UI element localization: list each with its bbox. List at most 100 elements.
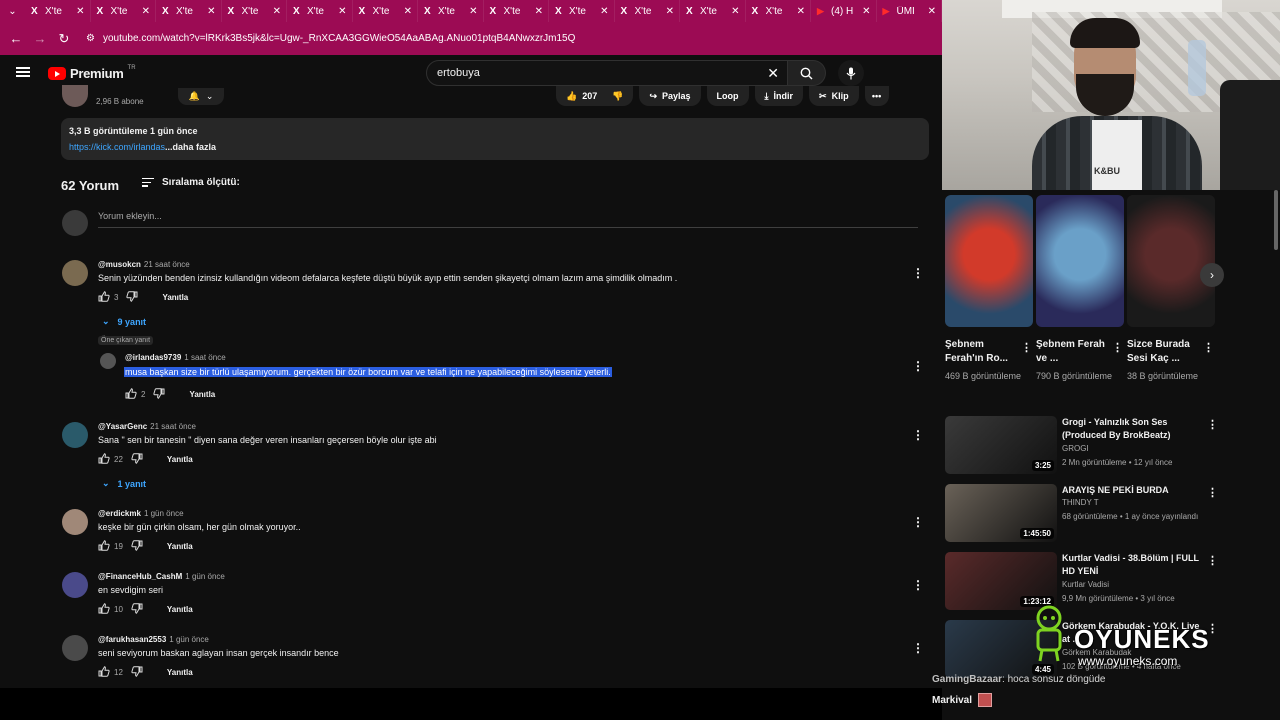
comment-avatar[interactable] — [62, 260, 88, 286]
short-thumbnail[interactable] — [1127, 195, 1215, 327]
browser-tab[interactable]: X X'te ✕ — [615, 0, 680, 22]
close-tab-icon[interactable]: ✕ — [76, 6, 84, 17]
browser-tab[interactable]: X X'te ✕ — [353, 0, 418, 22]
comment-time[interactable]: 1 gün önce — [169, 635, 209, 644]
browser-tab[interactable]: X X'te ✕ — [484, 0, 549, 22]
url-field[interactable]: ⚙ youtube.com/watch?v=lRKrk3Bs5jk&lc=Ugw… — [86, 27, 575, 51]
video-title[interactable]: Kurtlar Vadisi - 38.Bölüm | FULL HD YENİ — [1062, 552, 1204, 578]
comment-avatar[interactable] — [62, 422, 88, 448]
video-title[interactable]: Grogi - Yalnızlık Son Ses (Produced By B… — [1062, 416, 1204, 442]
reload-icon[interactable]: ↻ — [52, 31, 76, 47]
page-scrollbar[interactable] — [1274, 190, 1278, 250]
close-tab-icon[interactable]: ✕ — [535, 6, 543, 17]
comment-time[interactable]: 21 saat önce — [144, 260, 190, 269]
channel-avatar[interactable] — [62, 85, 88, 107]
close-tab-icon[interactable]: ✕ — [666, 6, 674, 17]
short-thumbnail[interactable] — [945, 195, 1033, 327]
comment-menu-icon[interactable]: ⋮ — [912, 515, 924, 529]
browser-tab[interactable]: X X'te ✕ — [549, 0, 615, 22]
comment-menu-icon[interactable]: ⋮ — [912, 641, 924, 655]
comment-time[interactable]: 21 saat önce — [150, 422, 196, 431]
close-tab-icon[interactable]: ✕ — [862, 6, 870, 17]
short-thumbnail[interactable] — [1036, 195, 1124, 327]
thumbs-up-icon[interactable] — [98, 603, 112, 615]
menu-icon[interactable] — [16, 67, 30, 77]
thumbs-up-icon[interactable] — [98, 540, 112, 552]
reply-button[interactable]: Yanıtla — [167, 542, 193, 551]
short-title[interactable]: Şebnem Ferah'ın Ro... — [945, 338, 1021, 366]
short-card[interactable]: Sizce Burada Sesi Kaç ... 38 B görüntülem… — [1127, 195, 1215, 381]
thumbs-up-icon[interactable] — [98, 291, 112, 303]
comment-author[interactable]: @farukhasan2553 — [98, 635, 166, 644]
thumbs-down-icon[interactable] — [126, 291, 140, 303]
thumbs-down-icon[interactable] — [153, 388, 167, 400]
short-card[interactable]: Şebnem Ferah ve ... 790 B görüntüleme ⋮ — [1036, 195, 1124, 381]
video-thumbnail[interactable]: 1:45:50 — [945, 484, 1057, 542]
download-button[interactable]: ⤓ İndir — [754, 86, 804, 106]
reply-avatar[interactable] — [100, 353, 116, 369]
subscribe-bell-button[interactable]: 🔔 ⌄ — [178, 88, 224, 105]
browser-tab[interactable]: X X'te ✕ — [222, 0, 287, 22]
close-tab-icon[interactable]: ✕ — [469, 6, 477, 17]
comment-avatar[interactable] — [62, 509, 88, 535]
thumbs-down-icon[interactable] — [131, 453, 145, 465]
short-menu-icon[interactable]: ⋮ — [1112, 341, 1123, 354]
close-tab-icon[interactable]: ✕ — [600, 6, 608, 17]
search-input[interactable]: ertobuya ✕ — [426, 60, 788, 86]
comment-menu-icon[interactable]: ⋮ — [912, 428, 924, 442]
view-replies-button[interactable]: ⌄ 1 yanıt — [102, 478, 146, 489]
forward-arrow-icon[interactable]: → — [28, 31, 52, 46]
clear-search-icon[interactable]: ✕ — [767, 65, 779, 82]
reply-author[interactable]: @irlandas9739 — [125, 353, 181, 362]
video-channel[interactable]: Kurtlar Vadisi — [1062, 580, 1109, 589]
description-box[interactable]: 3,3 B görüntüleme 1 gün önce https://kic… — [61, 118, 929, 160]
search-button[interactable] — [788, 60, 826, 86]
video-menu-icon[interactable]: ⋮ — [1207, 418, 1218, 431]
close-tab-icon[interactable]: ✕ — [404, 6, 412, 17]
add-comment-input[interactable]: Yorum ekleyin... — [98, 211, 918, 228]
sort-button[interactable]: Sıralama ölçütü: — [142, 177, 240, 188]
comment-avatar[interactable] — [62, 572, 88, 598]
reply-time[interactable]: 1 saat önce — [184, 353, 225, 362]
reply-button[interactable]: Yanıtla — [167, 605, 193, 614]
comment-menu-icon[interactable]: ⋮ — [912, 578, 924, 592]
close-tab-icon[interactable]: ✕ — [273, 6, 281, 17]
reply-button[interactable]: Yanıtla — [167, 455, 193, 464]
thumbs-down-icon[interactable] — [131, 603, 145, 615]
video-thumbnail[interactable]: 3:25 — [945, 416, 1057, 474]
view-replies-button[interactable]: ⌄ 9 yanıt — [102, 316, 146, 327]
loop-button[interactable]: Loop — [706, 86, 749, 106]
site-info-icon[interactable]: ⚙ — [86, 33, 95, 44]
reply-button[interactable]: Yanıtla — [167, 668, 193, 677]
short-menu-icon[interactable]: ⋮ — [1203, 341, 1214, 354]
reply-button[interactable]: Yanıtla — [189, 390, 215, 399]
thumbs-up-icon[interactable] — [125, 388, 139, 400]
youtube-logo[interactable]: Premium TR — [48, 65, 136, 81]
browser-tab[interactable]: ▶ ÜMİ ✕ — [877, 0, 942, 22]
recommended-video[interactable]: 3:25 Grogi - Yalnızlık Son Ses (Produced … — [945, 416, 1221, 478]
comment-time[interactable]: 1 gün önce — [144, 509, 184, 518]
browser-tab[interactable]: X X'te ✕ — [287, 0, 353, 22]
more-actions-button[interactable]: ••• — [864, 86, 889, 106]
video-thumbnail[interactable]: 1:23:12 — [945, 552, 1057, 610]
close-tab-icon[interactable]: ✕ — [928, 6, 936, 17]
description-link[interactable]: https://kick.com/irlandas — [69, 142, 165, 152]
video-channel[interactable]: THINDY T — [1062, 498, 1099, 507]
close-tab-icon[interactable]: ✕ — [731, 6, 739, 17]
video-title[interactable]: ARAYIŞ NE PEKİ BURDA — [1062, 484, 1204, 497]
voice-search-button[interactable] — [838, 60, 864, 86]
thumbs-down-icon[interactable] — [131, 666, 145, 678]
reply-button[interactable]: Yanıtla — [162, 293, 188, 302]
close-tab-icon[interactable]: ✕ — [338, 6, 346, 17]
video-channel[interactable]: GROGI — [1062, 444, 1089, 453]
close-tab-icon[interactable]: ✕ — [797, 6, 805, 17]
like-button[interactable]: 👍 207 👎 — [556, 86, 634, 106]
browser-tab[interactable]: ▶ (4) H ✕ — [811, 0, 877, 22]
browser-tab[interactable]: X X'te ✕ — [91, 0, 156, 22]
share-button[interactable]: ↪ Paylaş — [639, 86, 701, 106]
thumbs-up-icon[interactable] — [98, 666, 112, 678]
close-tab-icon[interactable]: ✕ — [207, 6, 215, 17]
browser-tab[interactable]: X X'te ✕ — [680, 0, 746, 22]
short-title[interactable]: Sizce Burada Sesi Kaç ... — [1127, 338, 1203, 366]
browser-tab[interactable]: X X'te ✕ — [746, 0, 811, 22]
